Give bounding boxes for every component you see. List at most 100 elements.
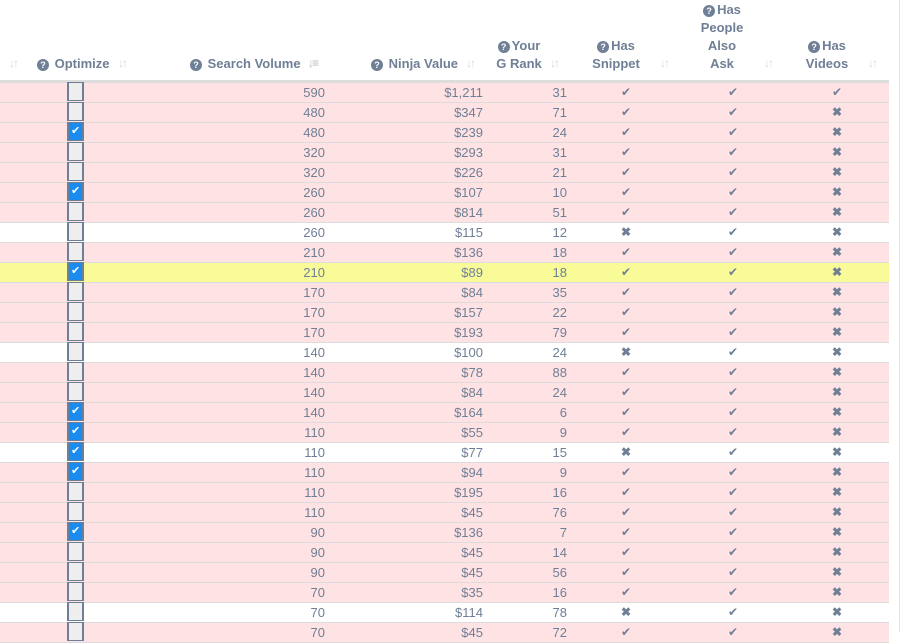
videos-cross-icon: ✖ — [831, 285, 843, 299]
videos-cross-icon: ✖ — [831, 145, 843, 159]
optimize-checkbox[interactable] — [67, 602, 84, 621]
optimize-checkbox[interactable] — [67, 142, 84, 161]
optimize-checkbox[interactable] — [67, 342, 84, 361]
table-row[interactable]: 260 $115 12 ✖ ✔ ✖ — [0, 222, 889, 243]
optimize-checkbox[interactable] — [67, 202, 84, 221]
table-row[interactable]: 110 $94 9 ✔ ✔ ✖ — [0, 462, 889, 483]
optimize-checkbox[interactable] — [67, 322, 84, 341]
table-row[interactable]: 90 $136 7 ✔ ✔ ✖ — [0, 522, 889, 543]
table-row[interactable]: 170 $193 79 ✔ ✔ ✖ — [0, 322, 889, 343]
optimize-checkbox[interactable] — [67, 422, 84, 441]
snippet-check-icon: ✔ — [620, 425, 632, 439]
column-header-label: Also — [707, 38, 737, 53]
table-row[interactable]: 110 $55 9 ✔ ✔ ✖ — [0, 422, 889, 443]
table-row[interactable]: 110 $45 76 ✔ ✔ ✖ — [0, 502, 889, 523]
help-icon[interactable]: ? — [497, 41, 510, 53]
sort-desc-icon[interactable]: ↓≡ — [308, 56, 319, 70]
column-header-ninja-value[interactable]: ? Ninja Value — [371, 55, 458, 73]
optimize-checkbox[interactable] — [67, 482, 84, 501]
ninja-value-cell: $1,211 — [444, 85, 483, 100]
table-row[interactable]: 140 $164 6 ✔ ✔ ✖ — [0, 402, 889, 423]
ninja-value-cell: $226 — [454, 165, 483, 180]
ninja-value-cell: $814 — [454, 205, 483, 220]
snippet-check-icon: ✔ — [620, 85, 632, 99]
optimize-checkbox[interactable] — [67, 242, 84, 261]
column-header-has-snippet[interactable]: ? Has Snippet — [588, 37, 644, 73]
table-row[interactable]: 480 $239 24 ✔ ✔ ✖ — [0, 122, 889, 143]
table-row[interactable]: 260 $107 10 ✔ ✔ ✖ — [0, 182, 889, 203]
search-volume-cell: 140 — [303, 365, 325, 380]
column-header-label: Search Volume — [207, 56, 301, 71]
help-icon[interactable]: ? — [808, 41, 821, 53]
optimize-checkbox[interactable] — [67, 582, 84, 601]
optimize-checkbox[interactable] — [67, 442, 84, 461]
table-row[interactable]: 210 $136 18 ✔ ✔ ✖ — [0, 242, 889, 263]
help-icon[interactable]: ? — [37, 59, 49, 71]
sort-icon[interactable]: ↓↑ — [868, 56, 878, 70]
snippet-check-icon: ✔ — [620, 145, 632, 159]
sort-icon[interactable]: ↓↑ — [550, 56, 560, 70]
table-row[interactable]: 90 $45 14 ✔ ✔ ✖ — [0, 542, 889, 563]
optimize-checkbox[interactable] — [67, 302, 84, 321]
table-row[interactable]: 140 $84 24 ✔ ✔ ✖ — [0, 382, 889, 403]
column-header-optimize[interactable]: ? Optimize — [37, 55, 110, 73]
table-row[interactable]: 590 $1,211 31 ✔ ✔ ✔ — [0, 82, 889, 103]
table-row[interactable]: 70 $35 16 ✔ ✔ ✖ — [0, 582, 889, 603]
g-rank-cell: 72 — [552, 625, 567, 640]
table-row[interactable]: 320 $226 21 ✔ ✔ ✖ — [0, 162, 889, 183]
optimize-checkbox[interactable] — [67, 462, 84, 481]
column-header-has-people-also-ask[interactable]: ? Has People Also Ask — [696, 1, 748, 73]
table-row[interactable]: 140 $100 24 ✖ ✔ ✖ — [0, 342, 889, 363]
optimize-checkbox[interactable] — [67, 122, 84, 141]
help-icon[interactable]: ? — [371, 59, 383, 71]
optimize-checkbox[interactable] — [67, 262, 84, 281]
g-rank-cell: 31 — [552, 145, 567, 160]
optimize-checkbox[interactable] — [67, 382, 84, 401]
g-rank-cell: 24 — [552, 345, 567, 360]
table-row[interactable]: 170 $157 22 ✔ ✔ ✖ — [0, 302, 889, 323]
paa-check-icon: ✔ — [727, 545, 739, 559]
optimize-checkbox[interactable] — [67, 102, 84, 121]
help-icon[interactable]: ? — [703, 5, 716, 17]
table-row[interactable]: 320 $293 31 ✔ ✔ ✖ — [0, 142, 889, 163]
table-row[interactable]: 110 $195 16 ✔ ✔ ✖ — [0, 482, 889, 503]
search-volume-cell: 260 — [303, 225, 325, 240]
optimize-checkbox[interactable] — [67, 222, 84, 241]
table-row[interactable]: 170 $84 35 ✔ ✔ ✖ — [0, 282, 889, 303]
column-header-g-rank[interactable]: ? Your G Rank — [494, 37, 544, 73]
table-row[interactable]: 210 $89 18 ✔ ✔ ✖ — [0, 262, 889, 283]
table-row[interactable]: 70 $114 78 ✖ ✔ ✖ — [0, 602, 889, 623]
ninja-value-cell: $293 — [454, 145, 483, 160]
sort-icon[interactable]: ↓↑ — [466, 56, 476, 70]
search-volume-cell: 260 — [303, 185, 325, 200]
table-row[interactable]: 110 $77 15 ✖ ✔ ✖ — [0, 442, 889, 463]
snippet-cross-icon: ✖ — [620, 605, 632, 619]
table-row[interactable]: 480 $347 71 ✔ ✔ ✖ — [0, 102, 889, 123]
optimize-checkbox[interactable] — [67, 502, 84, 521]
ninja-value-cell: $100 — [454, 345, 483, 360]
optimize-checkbox[interactable] — [67, 362, 84, 381]
search-volume-cell: 480 — [303, 125, 325, 140]
column-header-search-volume[interactable]: ? Search Volume — [190, 55, 301, 73]
sort-icon[interactable]: ↓↑ — [9, 56, 19, 70]
optimize-checkbox[interactable] — [67, 82, 84, 101]
column-header-has-videos[interactable]: ? Has Videos — [800, 37, 854, 73]
table-row[interactable]: 90 $45 56 ✔ ✔ ✖ — [0, 562, 889, 583]
optimize-checkbox[interactable] — [67, 282, 84, 301]
table-row[interactable]: 140 $78 88 ✔ ✔ ✖ — [0, 362, 889, 383]
optimize-checkbox[interactable] — [67, 562, 84, 581]
sort-icon[interactable]: ↓↑ — [764, 56, 774, 70]
g-rank-cell: 35 — [552, 285, 567, 300]
optimize-checkbox[interactable] — [67, 182, 84, 201]
optimize-checkbox[interactable] — [67, 162, 84, 181]
table-row[interactable]: 70 $45 72 ✔ ✔ ✖ — [0, 622, 889, 643]
sort-icon[interactable]: ↓↑ — [660, 56, 670, 70]
sort-icon[interactable]: ↓↑ — [118, 56, 128, 70]
help-icon[interactable]: ? — [190, 59, 202, 71]
optimize-checkbox[interactable] — [67, 542, 84, 561]
optimize-checkbox[interactable] — [67, 522, 84, 541]
videos-cross-icon: ✖ — [831, 525, 843, 539]
help-icon[interactable]: ? — [597, 41, 610, 53]
optimize-checkbox[interactable] — [67, 402, 84, 421]
table-row[interactable]: 260 $814 51 ✔ ✔ ✖ — [0, 202, 889, 223]
